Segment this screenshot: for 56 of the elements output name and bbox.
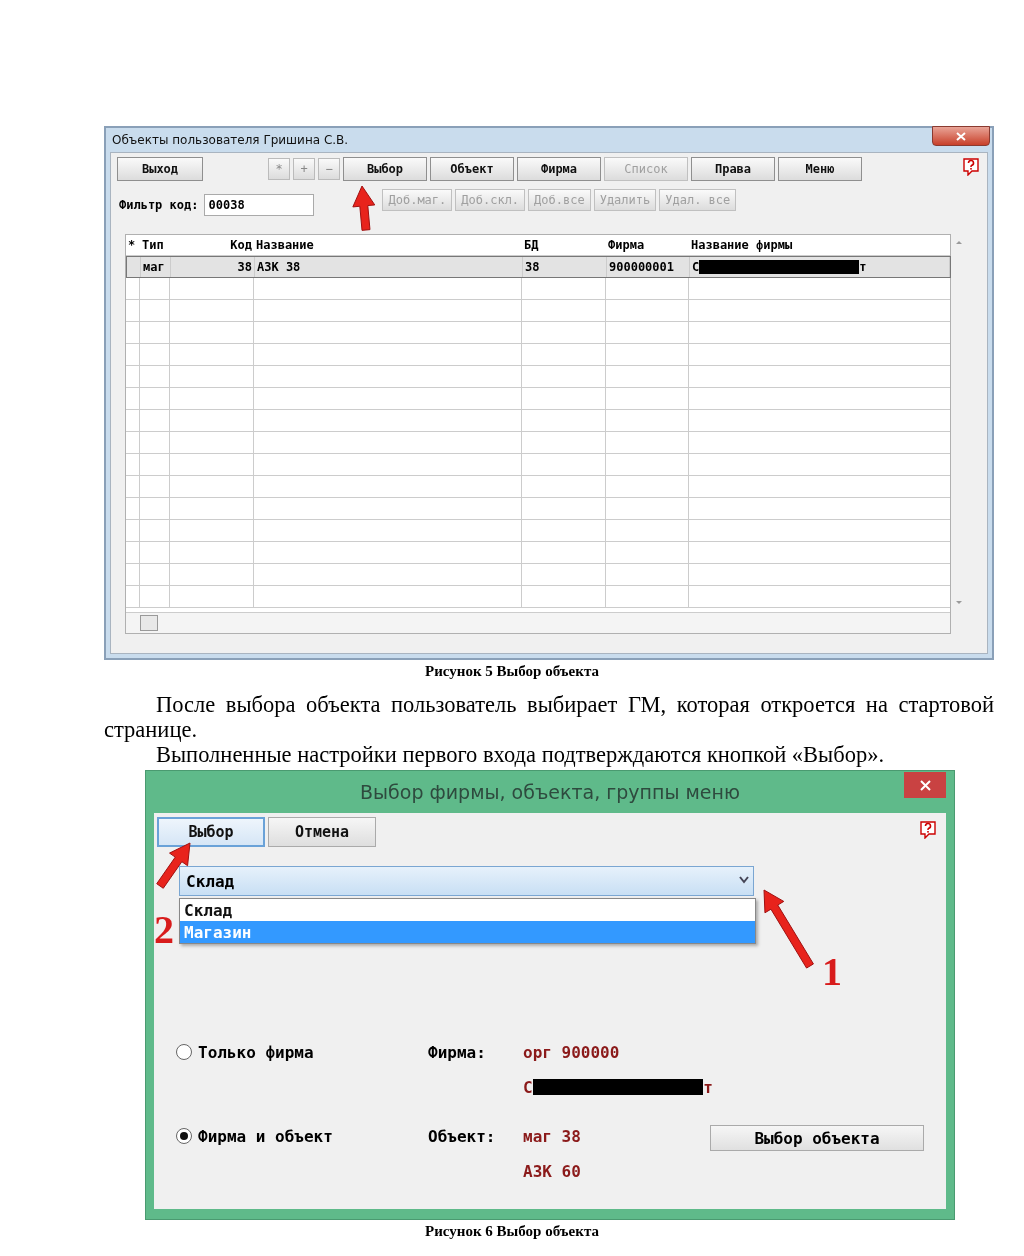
dropdown-option[interactable]: Склад xyxy=(180,899,755,921)
horizontal-scrollbar[interactable] xyxy=(126,612,950,633)
toolbar-button[interactable]: Выбор xyxy=(343,157,427,181)
table-cell: 38 xyxy=(171,257,255,277)
column-header[interactable]: Код xyxy=(170,235,254,255)
field-value: орг 900000 xyxy=(523,1041,621,1063)
table-cell: 38 xyxy=(523,257,607,277)
field-label: Фирма: xyxy=(428,1041,487,1063)
window-title: Выбор фирмы, объекта, группы меню xyxy=(360,781,740,803)
step-number: 1 xyxy=(822,952,842,992)
toolbar-button[interactable]: Фирма xyxy=(517,157,601,181)
radio-button[interactable] xyxy=(176,1044,192,1060)
caret-icon xyxy=(739,876,749,884)
radio-option[interactable]: Фирма и объект xyxy=(176,1125,428,1147)
dropdown[interactable]: Склад xyxy=(179,866,754,896)
paragraph: После выбора объекта пользователь выбирает ГМ, которая откроется на стартовой странице. xyxy=(104,692,994,742)
close-icon xyxy=(919,779,931,791)
column-header[interactable]: * xyxy=(126,235,140,255)
figure-caption: Рисунок 6 Выбор объекта xyxy=(424,1223,600,1240)
field-value: маг 38 xyxy=(523,1125,582,1147)
table-cell: 900000001 xyxy=(607,257,690,277)
column-header[interactable]: Название xyxy=(254,235,522,255)
help-icon[interactable] xyxy=(920,821,936,839)
figure-caption: Рисунок 5 Выбор объекта xyxy=(424,663,600,680)
close-icon xyxy=(956,131,966,141)
radio-option[interactable]: Только фирма xyxy=(176,1041,428,1063)
close-button[interactable] xyxy=(932,126,990,146)
toolbar-button[interactable]: Меню xyxy=(778,157,862,181)
column-header[interactable]: Название фирмы xyxy=(689,235,950,255)
field-value: т xyxy=(703,1077,713,1097)
field-value: АЗК 60 xyxy=(523,1160,582,1182)
table-cell: АЗК 38 xyxy=(255,257,523,277)
step-number: 2 xyxy=(154,910,174,950)
select-object-button[interactable]: Выбор объекта xyxy=(710,1125,924,1151)
column-header[interactable]: БД xyxy=(522,235,606,255)
field-value: С xyxy=(523,1077,533,1097)
window-title: Объекты пользователя Гришина С.В. xyxy=(112,133,349,147)
dialog-button[interactable]: Отмена xyxy=(268,817,376,847)
arrow xyxy=(352,185,376,231)
radio-button[interactable] xyxy=(176,1128,192,1144)
table-cell: С xyxy=(692,260,700,274)
dialog-button[interactable]: Выбор xyxy=(157,817,265,847)
table-cell: маг xyxy=(141,257,171,277)
column-header[interactable]: Фирма xyxy=(606,235,689,255)
column-header[interactable]: Тип xyxy=(140,235,170,255)
close-button[interactable] xyxy=(904,772,946,798)
table-cell: т xyxy=(859,260,867,274)
filter-field[interactable]: 00038 xyxy=(204,194,315,216)
help-icon[interactable] xyxy=(963,158,979,176)
toolbar-button[interactable]: Права xyxy=(691,157,775,181)
toolbar-button[interactable]: Объект xyxy=(430,157,514,181)
filter-label: Фильтр код: xyxy=(119,198,199,212)
table-row[interactable]: маг 38 АЗК 38 38 900000001 С т xyxy=(126,256,951,278)
exit-button[interactable]: Выход xyxy=(117,157,203,181)
field-label: Объект: xyxy=(428,1125,497,1147)
paragraph: Выполненные настройки первого входа подтверждаются кнопкой «Выбор». xyxy=(155,742,886,767)
